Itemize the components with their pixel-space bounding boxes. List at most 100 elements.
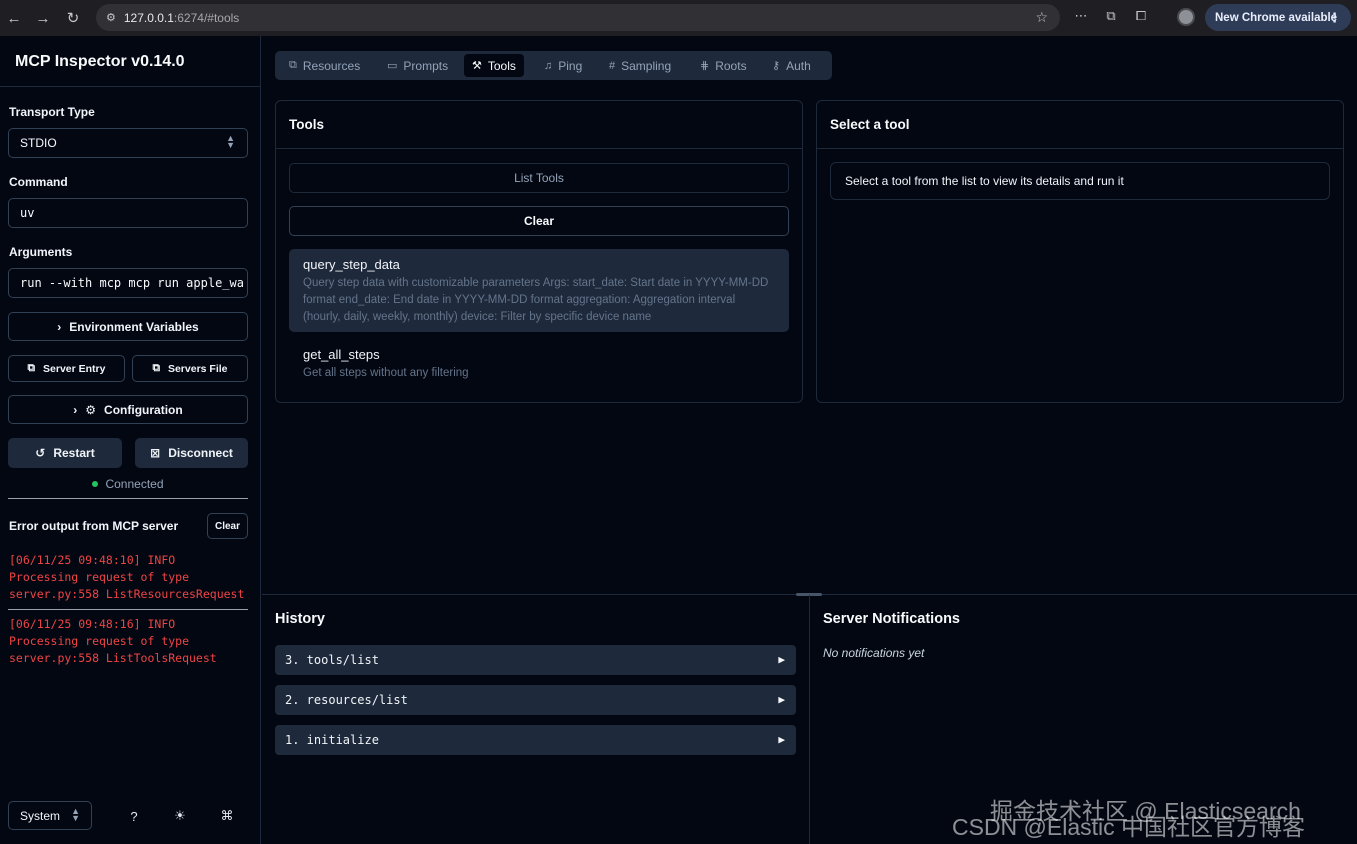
key-icon: ⚷ xyxy=(772,60,781,72)
environment-variables-label: Environment Variables xyxy=(69,319,199,334)
chevron-right-icon: › xyxy=(57,319,62,334)
play-icon[interactable]: ▶ xyxy=(778,653,785,666)
tool-detail-title: Select a tool xyxy=(817,101,1343,149)
bookmark-star-icon[interactable]: ☆ xyxy=(1035,9,1048,26)
error-output-title: Error output from MCP server xyxy=(9,519,179,533)
tools-card: Tools List Tools Clear query_step_data Q… xyxy=(275,100,803,403)
history-item-label: 3. tools/list xyxy=(285,653,379,667)
theme-select[interactable]: System ▲ ▼ xyxy=(8,801,92,830)
environment-variables-button[interactable]: › Environment Variables xyxy=(8,312,248,341)
site-info-icon[interactable]: ⚙ xyxy=(106,11,116,24)
unplug-icon: ⊠ xyxy=(150,446,161,460)
restart-label: Restart xyxy=(53,446,95,460)
tab-label: Tools xyxy=(487,58,516,73)
transport-type-value: STDIO xyxy=(20,136,57,150)
github-icon[interactable]: ⌘ xyxy=(218,807,236,825)
status-divider xyxy=(8,498,248,499)
history-item[interactable]: 2. resources/list ▶ xyxy=(275,685,796,715)
clear-tools-button[interactable]: Clear xyxy=(289,206,789,236)
play-icon[interactable]: ▶ xyxy=(778,733,785,746)
chevron-updown-icon: ▲ ▼ xyxy=(71,806,80,823)
forward-icon[interactable]: → xyxy=(29,4,57,32)
log-divider xyxy=(8,609,248,610)
tab-label: Prompts xyxy=(403,58,449,73)
tab-auth[interactable]: ⚷ Auth xyxy=(764,54,819,77)
tab-label: Auth xyxy=(786,58,811,73)
log-entry: [06/11/25 09:48:16] INFO Processing requ… xyxy=(9,617,217,665)
configuration-button[interactable]: › ⚙ Configuration xyxy=(8,395,248,424)
tab-bar: ⧉ Resources ▭ Prompts ⚒ Tools ♫ Ping # Sampli… xyxy=(275,51,832,80)
sidebar-header-divider xyxy=(0,86,261,87)
profile-avatar[interactable] xyxy=(1177,8,1195,26)
notifications-title: Server Notifications xyxy=(823,611,960,627)
connection-status: Connected xyxy=(0,477,256,491)
history-item[interactable]: 1. initialize ▶ xyxy=(275,725,796,755)
chevron-right-icon: › xyxy=(73,402,78,417)
help-circle-icon[interactable]: ? xyxy=(125,807,143,825)
server-entry-button[interactable]: ⧉ Server Entry xyxy=(8,355,125,382)
list-item[interactable]: get_all_steps Get all steps without any … xyxy=(289,339,789,385)
history-title: History xyxy=(275,611,325,627)
arguments-label: Arguments xyxy=(9,245,73,259)
new-chrome-label: New Chrome available xyxy=(1215,11,1338,24)
bell-icon: ♫ xyxy=(544,59,553,72)
status-text: Connected xyxy=(105,477,164,491)
history-item-label: 2. resources/list xyxy=(285,693,408,707)
tab-tools[interactable]: ⚒ Tools xyxy=(464,54,524,77)
history-item[interactable]: 3. tools/list ▶ xyxy=(275,645,796,675)
restart-button[interactable]: ↺ Restart xyxy=(8,438,122,468)
tab-sampling[interactable]: # Sampling xyxy=(601,54,679,77)
transport-type-label: Transport Type xyxy=(9,105,95,119)
tool-detail-card: Select a tool Select a tool from the lis… xyxy=(816,100,1344,403)
tab-label: Sampling xyxy=(621,58,672,73)
error-clear-button[interactable]: Clear xyxy=(207,513,248,539)
tab-roots[interactable]: ⋕ Roots xyxy=(692,54,755,77)
bug-icon[interactable]: ☀ xyxy=(171,807,189,825)
disconnect-button[interactable]: ⊠ Disconnect xyxy=(135,438,248,468)
tool-detail-hint: Select a tool from the list to view its … xyxy=(830,162,1330,200)
reload-icon[interactable]: ↻ xyxy=(59,4,87,32)
copy-icon: ⧉ xyxy=(27,362,36,374)
tool-name: query_step_data xyxy=(303,257,400,272)
copy-icon: ⧉ xyxy=(152,362,160,374)
app-title: MCP Inspector v0.14.0 xyxy=(15,53,185,70)
gear-icon: ⚙ xyxy=(85,402,97,417)
tab-label: Roots xyxy=(715,58,747,73)
tool-description: Query step data with customizable parame… xyxy=(303,277,769,323)
list-item[interactable]: query_step_data Query step data with cus… xyxy=(289,249,789,332)
transport-type-select[interactable]: STDIO ▲ ▼ xyxy=(8,128,248,158)
servers-file-button[interactable]: ⧉ Servers File xyxy=(132,355,248,382)
browser-toolbar: ← → ↻ ⚙ 127.0.0.1:6274/#tools ☆ ⋯ ⧉ ⧠ Ne… xyxy=(0,0,1357,36)
servers-file-label: Servers File xyxy=(167,362,228,375)
hash-icon: # xyxy=(609,59,616,72)
tab-label: Resources xyxy=(302,58,361,73)
configuration-label: Configuration xyxy=(104,402,183,417)
new-chrome-button[interactable]: New Chrome available ⋮ xyxy=(1205,4,1351,31)
url-path: :6274/#tools xyxy=(173,10,240,25)
chrome-menu-icon[interactable]: ⋮ xyxy=(1328,10,1341,26)
tool-description: Get all steps without any filtering xyxy=(303,367,469,379)
history-notifications-divider xyxy=(809,595,810,844)
play-icon[interactable]: ▶ xyxy=(778,693,785,706)
tab-ping[interactable]: ♫ Ping xyxy=(536,54,590,77)
address-bar[interactable]: ⚙ 127.0.0.1:6274/#tools ☆ xyxy=(96,4,1060,31)
back-icon[interactable]: ← xyxy=(0,4,28,32)
extension-menu-icon[interactable]: ⋯ xyxy=(1071,8,1091,28)
watermark-line-2: CSDN @Elastic 中国社区官方博客 xyxy=(952,814,1306,840)
tab-prompts[interactable]: ▭ Prompts xyxy=(379,54,456,77)
sidebar: MCP Inspector v0.14.0 Transport Type STD… xyxy=(0,36,261,844)
hammer-icon: ⚒ xyxy=(472,60,482,72)
list-tools-button[interactable]: List Tools xyxy=(289,163,789,193)
status-dot xyxy=(92,481,99,487)
tool-name: get_all_steps xyxy=(303,347,380,362)
chevron-updown-icon: ▲ ▼ xyxy=(226,133,235,150)
url-host: 127.0.0.1 xyxy=(123,10,174,25)
tab-resources[interactable]: ⧉ Resources xyxy=(281,54,368,77)
tab-label: Ping xyxy=(558,58,583,73)
translate-icon[interactable]: ⧉ xyxy=(1101,8,1121,28)
arguments-input[interactable]: run --with mcp mcp run apple_wa xyxy=(8,268,248,298)
extensions-puzzle-icon[interactable]: ⧠ xyxy=(1131,8,1151,28)
command-input[interactable]: uv xyxy=(8,198,248,228)
message-square-icon: ▭ xyxy=(387,60,398,72)
disconnect-label: Disconnect xyxy=(168,446,233,460)
